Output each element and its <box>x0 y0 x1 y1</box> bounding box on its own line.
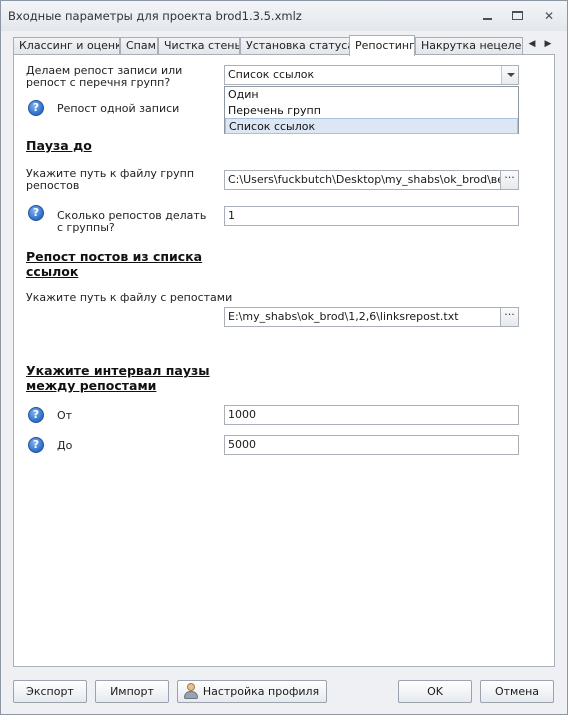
profile-settings-button[interactable]: Настройка профиля <box>177 680 327 703</box>
to-label: До <box>57 439 73 452</box>
export-button[interactable]: Экспорт <box>13 680 87 703</box>
dropdown-option-link-list[interactable]: Список ссылок <box>225 118 518 134</box>
chevron-right-icon: ▶ <box>544 39 552 49</box>
repost-count-label: Сколько репостов делать с группы? <box>57 209 207 234</box>
help-icon[interactable]: ? <box>28 437 44 453</box>
import-button[interactable]: Импорт <box>95 680 169 703</box>
title-bar[interactable]: Входные параметры для проекта brod1.3.5.… <box>1 1 567 31</box>
from-value: 1000 <box>228 408 256 421</box>
window-title: Входные параметры для проекта brod1.3.5.… <box>8 9 302 23</box>
chevron-left-icon: ◀ <box>528 39 536 49</box>
help-icon[interactable]: ? <box>28 100 44 116</box>
tab-scroll-left[interactable]: ◀ <box>525 36 539 52</box>
browse-button[interactable]: ··· <box>500 171 518 189</box>
pause-heading: Пауза до <box>26 138 92 153</box>
browse-button[interactable]: ··· <box>500 308 518 326</box>
ok-button[interactable]: OK <box>398 680 472 703</box>
tab-boost[interactable]: Накрутка нецелевы <box>415 37 523 55</box>
from-input[interactable]: 1000 <box>224 405 519 425</box>
tab-wall-cleanup[interactable]: Чистка стены <box>158 37 240 55</box>
tab-strip: Классинг и оценки Спам Чистка стены Уста… <box>13 35 555 56</box>
single-post-label: Репост одной записи <box>57 102 180 115</box>
minimize-button[interactable] <box>479 8 497 24</box>
from-label: От <box>57 409 73 422</box>
list-heading: Репост постов из списка ссылок <box>26 249 203 279</box>
group-file-value: C:\Users\fuckbutch\Desktop\my_shabs\ok_b… <box>228 173 519 186</box>
tab-reposting[interactable]: Репостинг <box>349 35 415 56</box>
tab-scroll-right[interactable]: ▶ <box>541 36 555 52</box>
maximize-button[interactable] <box>509 8 527 24</box>
minimize-icon <box>483 18 492 20</box>
cancel-button[interactable]: Отмена <box>480 680 554 703</box>
chevron-down-icon[interactable] <box>501 66 518 84</box>
reposting-panel <box>13 54 555 667</box>
tab-set-status[interactable]: Установка статуса <box>240 37 350 55</box>
close-icon: ✕ <box>543 9 555 23</box>
dialog-window: Входные параметры для проекта brod1.3.5.… <box>0 0 568 715</box>
close-button[interactable]: ✕ <box>540 8 558 24</box>
interval-heading: Укажите интервал паузы между репостами <box>26 363 210 393</box>
tab-classing[interactable]: Классинг и оценки <box>13 37 120 55</box>
help-icon[interactable]: ? <box>28 407 44 423</box>
repost-mode-value: Список ссылок <box>228 68 315 81</box>
maximize-icon <box>512 11 523 20</box>
to-input[interactable]: 5000 <box>224 435 519 455</box>
repost-file-input[interactable]: E:\my_shabs\ok_brod\1,2,6\linksrepost.tx… <box>224 307 519 327</box>
repost-file-value: E:\my_shabs\ok_brod\1,2,6\linksrepost.tx… <box>228 310 459 323</box>
repost-mode-dropdown: Один Перечень групп Список ссылок <box>224 86 519 134</box>
repost-mode-select[interactable]: Список ссылок <box>224 65 519 85</box>
ellipsis-icon: ··· <box>504 308 515 321</box>
to-value: 5000 <box>228 438 256 451</box>
user-icon <box>183 683 199 700</box>
ellipsis-icon: ··· <box>504 171 515 184</box>
repost-file-label: Укажите путь к файлу с репостами <box>26 291 233 304</box>
help-icon[interactable]: ? <box>28 205 44 221</box>
group-file-input[interactable]: C:\Users\fuckbutch\Desktop\my_shabs\ok_b… <box>224 170 519 190</box>
group-file-label: Укажите путь к файлу групп репостов <box>26 167 195 192</box>
tab-spam[interactable]: Спам <box>120 37 158 55</box>
repost-count-input[interactable]: 1 <box>224 206 519 226</box>
dropdown-option-one[interactable]: Один <box>225 87 518 103</box>
dropdown-option-group-list[interactable]: Перечень групп <box>225 103 518 119</box>
repost-count-value: 1 <box>228 209 235 222</box>
repost-mode-label: Делаем репост записи или репост с перечн… <box>26 64 183 89</box>
